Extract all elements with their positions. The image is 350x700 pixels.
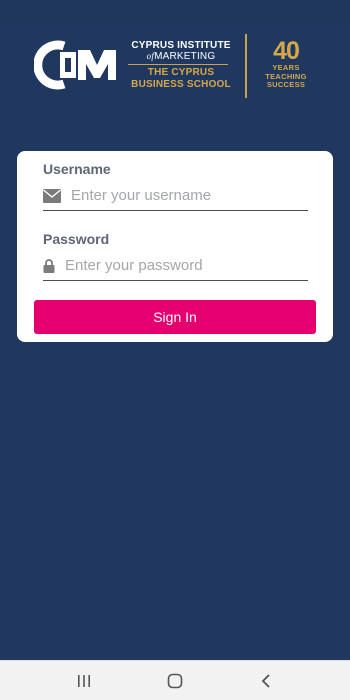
login-card: Username Password Sign In — [17, 151, 333, 342]
password-input[interactable] — [59, 252, 308, 279]
cim-logo-icon — [34, 40, 116, 90]
anniversary-badge: 40 YEARS TEACHING SUCCESS — [265, 37, 307, 89]
logo-rule — [128, 64, 228, 65]
home-icon[interactable] — [155, 669, 195, 693]
password-field[interactable] — [43, 251, 308, 281]
back-icon[interactable] — [246, 669, 286, 693]
status-bar — [0, 0, 350, 24]
username-label: Username — [43, 161, 111, 177]
school-name: THE CYPRUS BUSINESS SCHOOL — [131, 67, 231, 90]
username-field[interactable] — [43, 181, 308, 211]
sign-in-button[interactable]: Sign In — [34, 300, 316, 334]
recents-icon[interactable] — [64, 669, 104, 693]
username-input[interactable] — [65, 182, 308, 209]
institute-name: CYPRUS INSTITUTE ofMARKETING — [131, 40, 231, 62]
header-logo: CYPRUS INSTITUTE ofMARKETING THE CYPRUS … — [30, 34, 320, 98]
logo-divider — [245, 34, 247, 98]
envelope-icon — [43, 188, 65, 204]
lock-icon — [43, 258, 59, 274]
app-screen: CYPRUS INSTITUTE ofMARKETING THE CYPRUS … — [0, 0, 350, 660]
android-nav-bar — [0, 660, 350, 700]
password-label: Password — [43, 231, 110, 247]
